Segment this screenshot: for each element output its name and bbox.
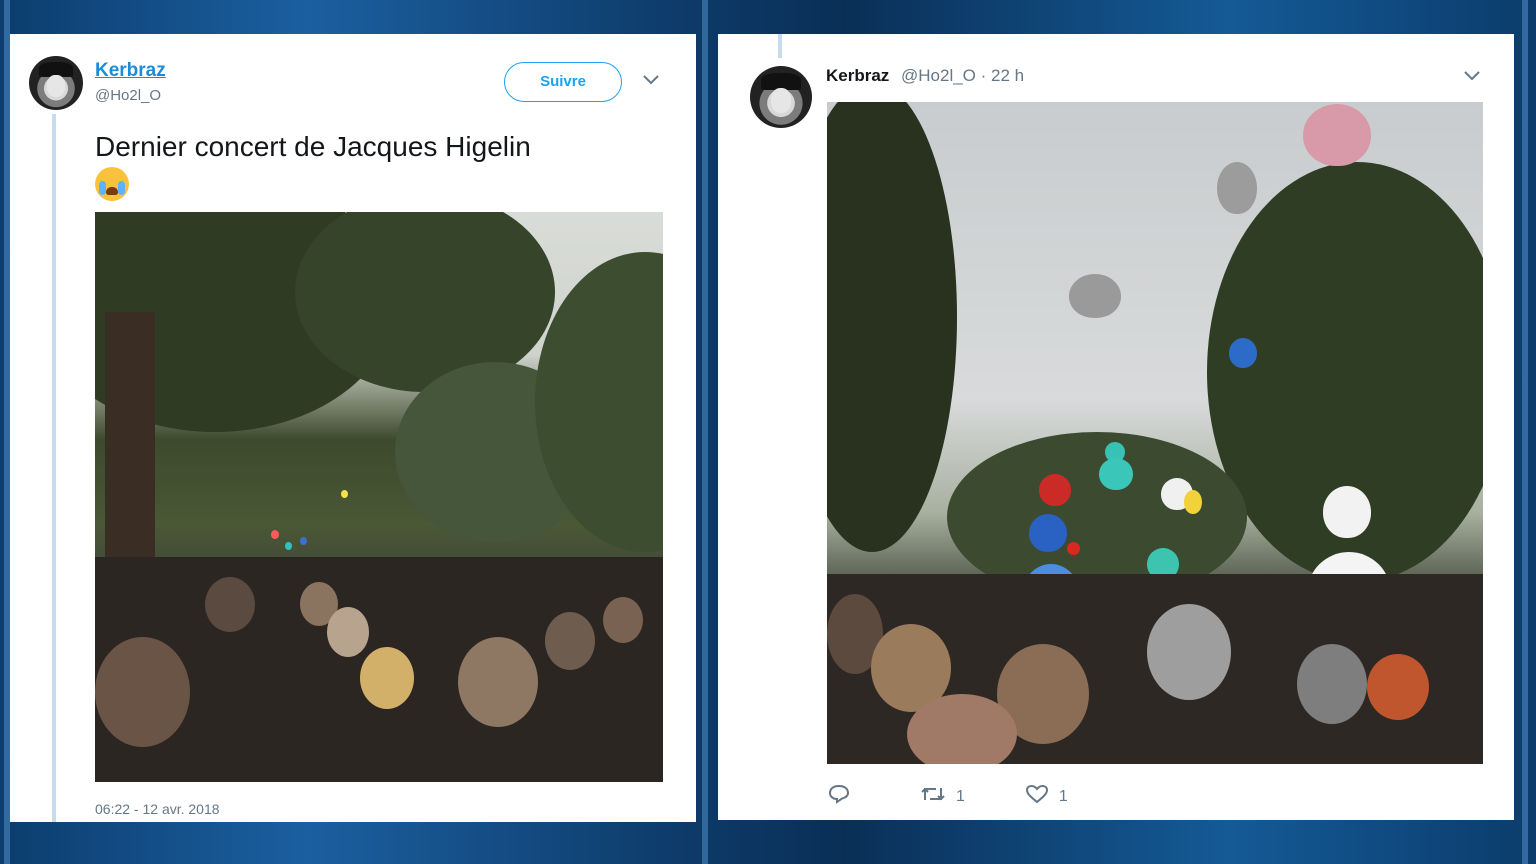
retweet-count: 1 — [956, 787, 965, 805]
like-count: 1 — [1058, 787, 1068, 805]
user-handle[interactable]: @Ho2l_O — [95, 87, 161, 104]
caret-down-icon[interactable] — [1463, 70, 1481, 82]
like-icon — [1025, 784, 1059, 809]
retweet-icon — [920, 784, 956, 809]
like-button[interactable]: 1 — [1025, 784, 1068, 809]
display-name[interactable]: Kerbraz — [95, 60, 166, 82]
avatar[interactable] — [29, 56, 83, 110]
tweet-photo[interactable] — [827, 102, 1483, 764]
tweet-photo[interactable] — [95, 212, 663, 782]
thread-line — [778, 34, 782, 58]
display-name[interactable]: Kerbraz — [826, 66, 889, 86]
background-stripe — [702, 0, 708, 864]
tweet-card: Kerbraz @Ho2l_O · 22 h 1 1 — [718, 34, 1514, 820]
reply-button[interactable] — [828, 784, 860, 809]
avatar[interactable] — [750, 66, 812, 128]
retweet-button[interactable]: 1 — [920, 784, 965, 809]
tweet-text: Dernier concert de Jacques Higelin — [95, 130, 655, 201]
background-stripe — [1522, 0, 1528, 864]
handle-and-time[interactable]: @Ho2l_O · 22 h — [901, 66, 1024, 86]
crying-face-emoji — [95, 166, 129, 201]
tweet-card-expanded: Kerbraz @Ho2l_O Suivre Dernier concert d… — [10, 34, 696, 822]
caret-down-icon[interactable] — [642, 74, 660, 86]
tweet-actions: 1 1 — [828, 784, 1128, 809]
tweet-timestamp[interactable]: 06:22 - 12 avr. 2018 — [95, 801, 220, 817]
tweet-text-content: Dernier concert de Jacques Higelin — [95, 131, 531, 162]
reply-icon — [828, 784, 860, 809]
thread-line — [52, 114, 56, 822]
follow-button[interactable]: Suivre — [504, 62, 622, 102]
